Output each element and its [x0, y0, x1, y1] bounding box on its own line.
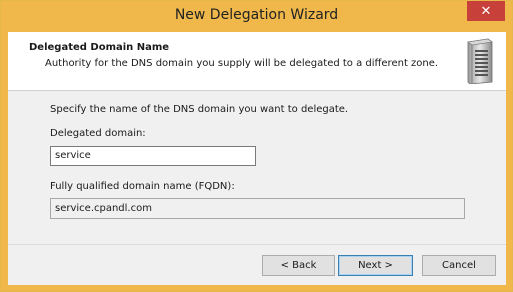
window-title: New Delegation Wizard [174, 7, 339, 23]
instructions-text: Specify the name of the DNS domain you w… [50, 104, 349, 115]
close-icon: ✕ [480, 3, 492, 19]
wizard-window: New Delegation Wizard ✕ Delegated Domain… [0, 0, 513, 292]
server-icon [467, 38, 493, 84]
back-button[interactable]: < Back [262, 255, 335, 276]
next-button[interactable]: Next > [338, 255, 413, 276]
title-bar[interactable]: New Delegation Wizard ✕ [1, 1, 512, 32]
close-button[interactable]: ✕ [467, 1, 505, 21]
wizard-content: Delegated Domain Name Authority for the … [8, 32, 506, 285]
fqdn-label: Fully qualified domain name (FQDN): [50, 181, 235, 192]
fqdn-readonly-field: service.cpandl.com [50, 198, 465, 219]
cancel-button[interactable]: Cancel [422, 255, 496, 276]
header-title: Delegated Domain Name [29, 42, 170, 53]
footer-divider [8, 244, 506, 245]
delegated-domain-label: Delegated domain: [50, 128, 146, 139]
delegated-domain-input[interactable]: service [50, 146, 256, 166]
header-subtitle: Authority for the DNS domain you supply … [45, 58, 439, 69]
wizard-header: Delegated Domain Name Authority for the … [8, 32, 506, 91]
